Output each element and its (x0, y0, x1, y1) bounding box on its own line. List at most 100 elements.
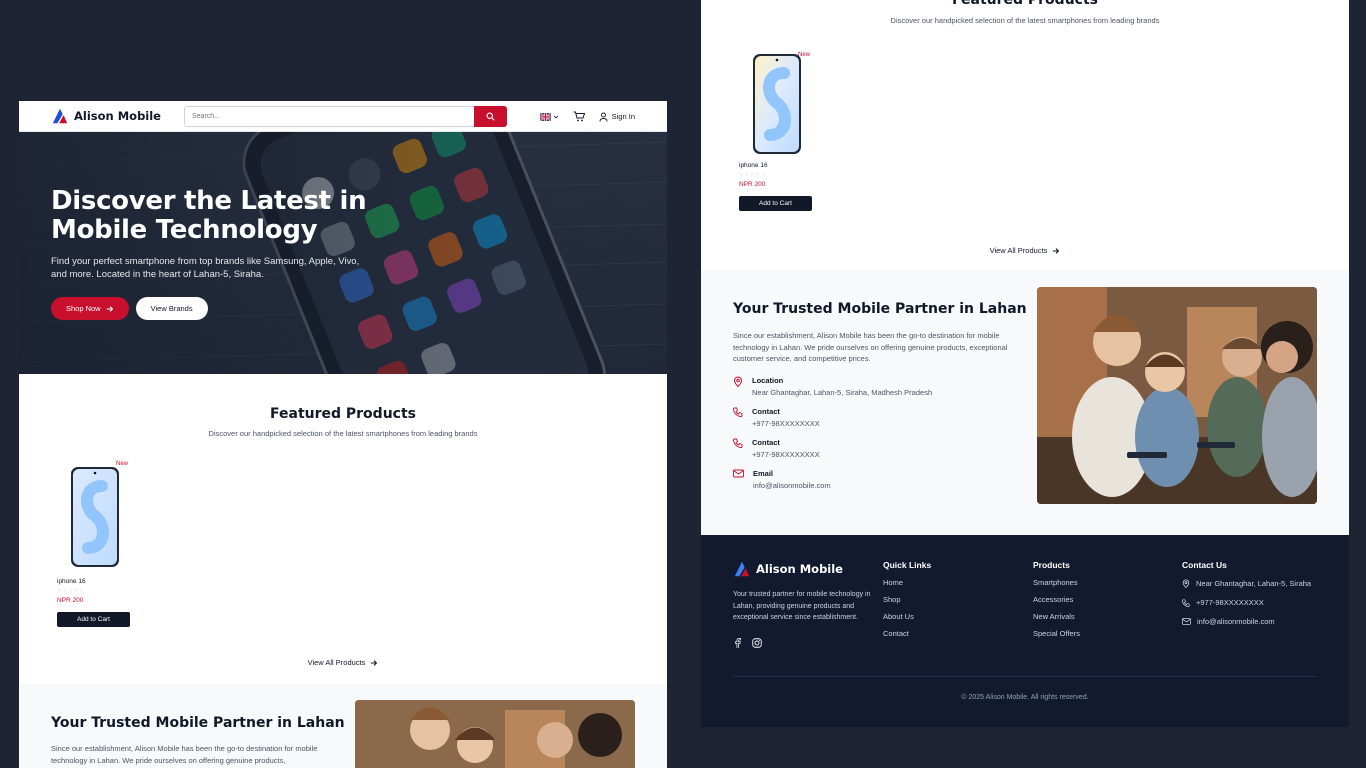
search-bar (184, 106, 507, 127)
footer-link-contact[interactable]: Contact (883, 629, 931, 638)
facebook-icon[interactable] (733, 637, 742, 648)
search-input[interactable] (184, 106, 474, 127)
footer-address-text: Near Ghantaghar, Lahan-5, Siraha (1196, 579, 1312, 588)
view-brands-label: View Brands (150, 304, 193, 313)
phone-icon (733, 438, 743, 448)
add-to-cart-button[interactable]: Add to Cart (739, 196, 812, 211)
instagram-icon[interactable] (752, 637, 762, 648)
mail-icon (733, 469, 744, 478)
product-card[interactable]: New iphone 16 ☆☆☆☆☆ NPR 200 Add to Cart (733, 50, 820, 211)
sign-in-label: Sign In (611, 112, 635, 121)
shop-now-label: Shop Now (66, 304, 101, 313)
arrow-right-icon (371, 659, 378, 666)
site-footer: Alison Mobile Your trusted partner for m… (701, 535, 1349, 727)
email-label: Email (753, 469, 774, 478)
featured-subtitle: Discover our handpicked selection of the… (208, 429, 478, 438)
footer-link-special-offers[interactable]: Special Offers (1033, 629, 1080, 638)
team-photo-image (1037, 287, 1317, 504)
location-icon (733, 376, 743, 387)
product-image: New (733, 50, 820, 158)
footer-link-accessories[interactable]: Accessories (1033, 595, 1080, 604)
shop-now-button[interactable]: Shop Now (51, 297, 129, 320)
footer-brand: Alison Mobile Your trusted partner for m… (733, 560, 873, 648)
search-icon (486, 112, 495, 121)
logo-icon (734, 561, 750, 577)
brand-name: Alison Mobile (74, 109, 161, 123)
email-value: info@alisonmobile.com (753, 481, 831, 490)
copyright: © 2025 Alison Mobile. All rights reserve… (961, 694, 1089, 701)
product-card[interactable]: New iphone 16 ☆☆☆☆☆ NPR 200 Add to Cart (51, 459, 138, 627)
view-all-label: View All Products (989, 246, 1048, 255)
footer-phone-text: +977-98XXXXXXXX (1196, 598, 1264, 607)
location-info: Location Near Ghantaghar, Lahan-5, Siraha… (733, 376, 932, 397)
contact-label: Contact (752, 438, 780, 447)
add-to-cart-button[interactable]: Add to Cart (57, 612, 130, 627)
location-value: Near Ghantaghar, Lahan-5, Siraha, Madhes… (752, 388, 933, 397)
footer-contact: Contact Us Near Ghantaghar, Lahan-5, Sir… (1182, 560, 1311, 626)
footer-brand-name: Alison Mobile (756, 562, 843, 576)
footer-link-new-arrivals[interactable]: New Arrivals (1033, 612, 1080, 621)
uk-flag-icon (539, 112, 551, 121)
logo-icon (52, 108, 68, 124)
view-all-products-link[interactable]: View All Products (19, 658, 667, 667)
sign-in-link[interactable]: Sign In (599, 112, 635, 122)
product-price: NPR 200 (57, 597, 84, 604)
contact-heading: Contact Us (1182, 560, 1227, 570)
footer-logo[interactable]: Alison Mobile (733, 560, 873, 578)
team-photo-image (355, 700, 635, 768)
featured-products-section: Featured Products Discover our handpicke… (19, 374, 667, 684)
trusted-partner-section: Your Trusted Mobile Partner in Lahan Sin… (19, 684, 667, 768)
phone-image-icon (70, 466, 119, 567)
footer-address: Near Ghantaghar, Lahan-5, Siraha (1182, 579, 1311, 588)
location-icon (1182, 579, 1190, 588)
social-links (733, 637, 873, 648)
footer-link-smartphones[interactable]: Smartphones (1033, 578, 1080, 587)
hero-subtitle: Find your perfect smartphone from top br… (51, 256, 360, 280)
rating-stars: ☆☆☆☆☆ (57, 588, 84, 594)
contact-label: Contact (752, 407, 780, 416)
phone-icon (1182, 598, 1190, 607)
contact-value: +977-98XXXXXXXX (752, 419, 820, 428)
hero-content: Discover the Latest in Mobile Technology… (51, 187, 381, 320)
mail-icon (1182, 618, 1191, 625)
contact-value: +977-98XXXXXXXX (752, 450, 820, 459)
view-all-products-link[interactable]: View All Products (701, 246, 1349, 255)
cart-icon[interactable] (573, 111, 585, 122)
featured-title: Featured Products (952, 0, 1098, 8)
contact-info: Contact +977-98XXXXXXXX (733, 407, 820, 428)
footer-quick-links: Quick Links Home Shop About Us Contact (883, 560, 931, 638)
featured-products-section-2: Featured Products Discover our handpicke… (701, 0, 1349, 270)
footer-email: info@alisonmobile.com (1182, 617, 1311, 626)
chevron-down-icon (553, 115, 558, 118)
footer-products: Products Smartphones Accessories New Arr… (1033, 560, 1080, 638)
site-header: Alison Mobile Sign In (19, 101, 667, 132)
product-price: NPR 200 (739, 181, 766, 188)
user-icon (599, 112, 608, 122)
header-actions: Sign In (539, 101, 635, 132)
footer-tagline: Your trusted partner for mobile technolo… (733, 591, 871, 621)
footer-email-text: info@alisonmobile.com (1197, 617, 1275, 626)
logo[interactable]: Alison Mobile (51, 107, 161, 125)
footer-link-home[interactable]: Home (883, 578, 931, 587)
featured-title: Featured Products (270, 406, 416, 422)
products-heading: Products (1033, 560, 1070, 570)
featured-subtitle: Discover our handpicked selection of the… (890, 16, 1160, 25)
trusted-description: Since our establishment, Alison Mobile h… (733, 331, 1008, 363)
page-preview-bottom: Featured Products Discover our handpicke… (701, 0, 1349, 727)
location-label: Location (752, 376, 784, 385)
footer-link-shop[interactable]: Shop (883, 595, 931, 604)
new-badge: New (115, 461, 128, 467)
footer-link-about[interactable]: About Us (883, 612, 931, 621)
trusted-title: Your Trusted Mobile Partner in Lahan (733, 301, 1027, 317)
quick-links-heading: Quick Links (883, 560, 932, 570)
hero-section: Discover the Latest in Mobile Technology… (19, 132, 667, 374)
email-info: Email info@alisonmobile.com (733, 469, 831, 490)
view-brands-button[interactable]: View Brands (135, 297, 208, 320)
product-name[interactable]: iphone 16 (733, 162, 820, 169)
arrow-right-icon (106, 305, 113, 312)
product-name[interactable]: iphone 16 (51, 578, 138, 585)
language-selector[interactable] (539, 112, 559, 121)
product-image: New (51, 459, 138, 574)
search-button[interactable] (474, 106, 507, 127)
page-preview-top: Alison Mobile Sign In (19, 101, 667, 768)
